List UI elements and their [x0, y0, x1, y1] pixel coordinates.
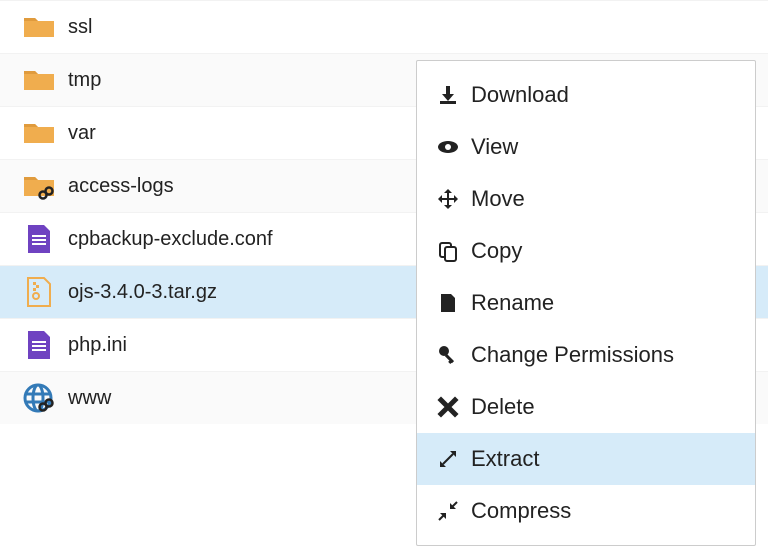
compress-icon	[437, 500, 471, 522]
folder-icon	[10, 64, 68, 96]
delete-icon	[437, 396, 471, 418]
folder-icon	[10, 117, 68, 149]
copy-icon	[437, 240, 471, 262]
menu-label: View	[471, 134, 518, 160]
menu-label: Move	[471, 186, 525, 212]
file-name: ojs-3.4.0-3.tar.gz	[68, 281, 217, 304]
menu-label: Compress	[471, 498, 571, 524]
file-name: php.ini	[68, 334, 127, 357]
file-name: www	[68, 387, 111, 410]
menu-label: Download	[471, 82, 569, 108]
archive-file-icon	[10, 276, 68, 308]
menu-label: Change Permissions	[471, 342, 674, 368]
menu-item-compress[interactable]: Compress	[417, 485, 755, 537]
file-row[interactable]: ssl	[0, 0, 768, 53]
menu-label: Delete	[471, 394, 535, 420]
text-file-icon	[10, 329, 68, 361]
menu-label: Copy	[471, 238, 522, 264]
folder-icon	[10, 11, 68, 43]
file-name: ssl	[68, 16, 92, 39]
globe-link-icon	[10, 382, 68, 414]
menu-label: Rename	[471, 290, 554, 316]
download-icon	[437, 84, 471, 106]
file-name: tmp	[68, 69, 101, 92]
menu-item-rename[interactable]: Rename	[417, 277, 755, 329]
menu-item-move[interactable]: Move	[417, 173, 755, 225]
text-file-icon	[10, 223, 68, 255]
file-icon	[437, 292, 471, 314]
key-icon	[437, 344, 471, 366]
folder-link-icon	[10, 170, 68, 202]
menu-item-extract[interactable]: Extract	[417, 433, 755, 485]
menu-label: Extract	[471, 446, 539, 472]
move-icon	[437, 188, 471, 210]
menu-item-permissions[interactable]: Change Permissions	[417, 329, 755, 381]
menu-item-view[interactable]: View	[417, 121, 755, 173]
menu-item-download[interactable]: Download	[417, 69, 755, 121]
menu-item-copy[interactable]: Copy	[417, 225, 755, 277]
extract-icon	[437, 448, 471, 470]
context-menu: Download View Move Copy Rename Change Pe…	[416, 60, 756, 546]
file-name: cpbackup-exclude.conf	[68, 228, 273, 251]
file-name: access-logs	[68, 175, 174, 198]
file-name: var	[68, 122, 96, 145]
eye-icon	[437, 136, 471, 158]
menu-item-delete[interactable]: Delete	[417, 381, 755, 433]
